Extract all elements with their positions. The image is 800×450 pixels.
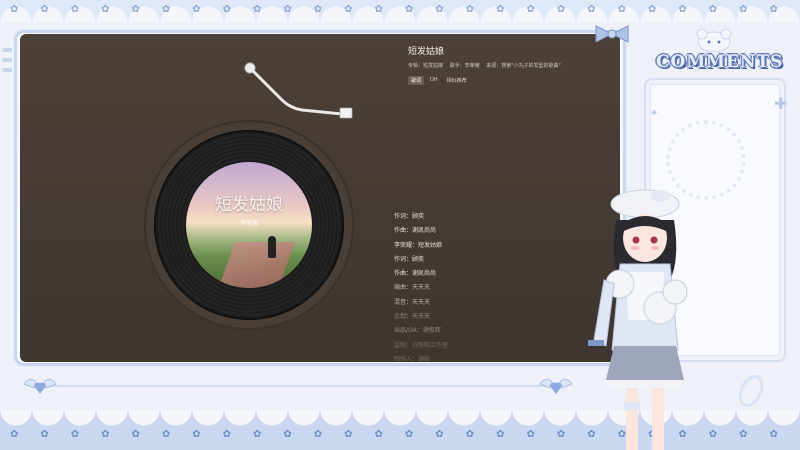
bear-ears-icon bbox=[696, 28, 732, 52]
song-meta: 专辑：短发姑娘 歌手：李荣耀 来源：搜索"小丸子的发型的歌曲" bbox=[408, 62, 608, 69]
song-tabs: 歌词 DH 相似推荐 bbox=[408, 76, 608, 85]
lyric-line: 作词：顾奕 bbox=[394, 255, 425, 263]
lyric-line: 企划：天天天 bbox=[394, 313, 431, 321]
lyric-line: 作词：顾奕 bbox=[394, 213, 425, 220]
cover-title: 短发姑娘 bbox=[215, 195, 283, 215]
bottom-divider bbox=[40, 385, 560, 387]
lyric-line: 作曲：谢凯尚尚 bbox=[394, 270, 437, 278]
lyric-line: 混音：天天天 bbox=[394, 298, 431, 306]
tab-lyrics[interactable]: 歌词 bbox=[408, 76, 425, 85]
lyric-line: 出品/OA：谢俊辉 bbox=[394, 327, 441, 335]
ribbon-bow-icon bbox=[595, 25, 629, 43]
anime-character-illustration bbox=[588, 189, 688, 450]
cover-artist: 李荣耀 bbox=[239, 220, 258, 227]
music-player: 短发姑娘 李荣耀 短发姑娘 专辑：短发姑娘 歌手：李荣耀 来源：搜索"小丸子的发… bbox=[20, 34, 620, 362]
song-title: 短发姑娘 bbox=[408, 47, 445, 57]
winged-heart-icon bbox=[539, 378, 573, 394]
tab-similar[interactable]: 相似推荐 bbox=[444, 76, 470, 85]
lyric-line: 李荣耀：短发姑娘 bbox=[394, 241, 443, 249]
cover-figure bbox=[268, 236, 276, 258]
top-star-row: ✿✿✿✿✿✿✿✿✿✿✿✿✿✿✿✿✿✿✿✿✿✿✿✿✿✿✿✿ bbox=[10, 4, 800, 15]
lyrics-panel: 作词：顾奕 作曲：谢凯尚尚 李荣耀：短发姑娘 作词：顾奕 作曲：谢凯尚尚 编曲：… bbox=[394, 210, 594, 362]
cross-icon: ✚ bbox=[774, 94, 788, 113]
vinyl-record-base: 短发姑娘 李荣耀 bbox=[146, 122, 352, 328]
ring-decoration bbox=[733, 370, 769, 412]
lyric-line: 作曲：谢凯尚尚 bbox=[394, 227, 437, 235]
cover-road bbox=[216, 242, 296, 288]
winged-heart-icon bbox=[23, 378, 57, 394]
lyric-line: 制作人：谢凯 bbox=[394, 355, 431, 362]
song-artist[interactable]: 歌手：李荣耀 bbox=[450, 63, 480, 69]
tab-dh[interactable]: DH bbox=[427, 76, 441, 85]
song-album[interactable]: 专辑：短发姑娘 bbox=[408, 63, 443, 69]
comments-title: COMMENTS bbox=[656, 52, 784, 72]
star-icon: ✦ bbox=[650, 108, 659, 119]
tonearm-icon[interactable] bbox=[242, 60, 362, 130]
song-source[interactable]: 来源：搜索"小丸子的发型的歌曲" bbox=[486, 63, 561, 69]
lyric-line: 编曲：天天天 bbox=[394, 284, 431, 292]
lyric-line: 监制：谷映和工作室 bbox=[394, 341, 449, 349]
song-info: 短发姑娘 专辑：短发姑娘 歌手：李荣耀 来源：搜索"小丸子的发型的歌曲" 歌词 … bbox=[408, 44, 608, 85]
vinyl-record[interactable]: 短发姑娘 李荣耀 bbox=[154, 130, 344, 320]
album-cover: 短发姑娘 李荣耀 bbox=[186, 162, 312, 288]
